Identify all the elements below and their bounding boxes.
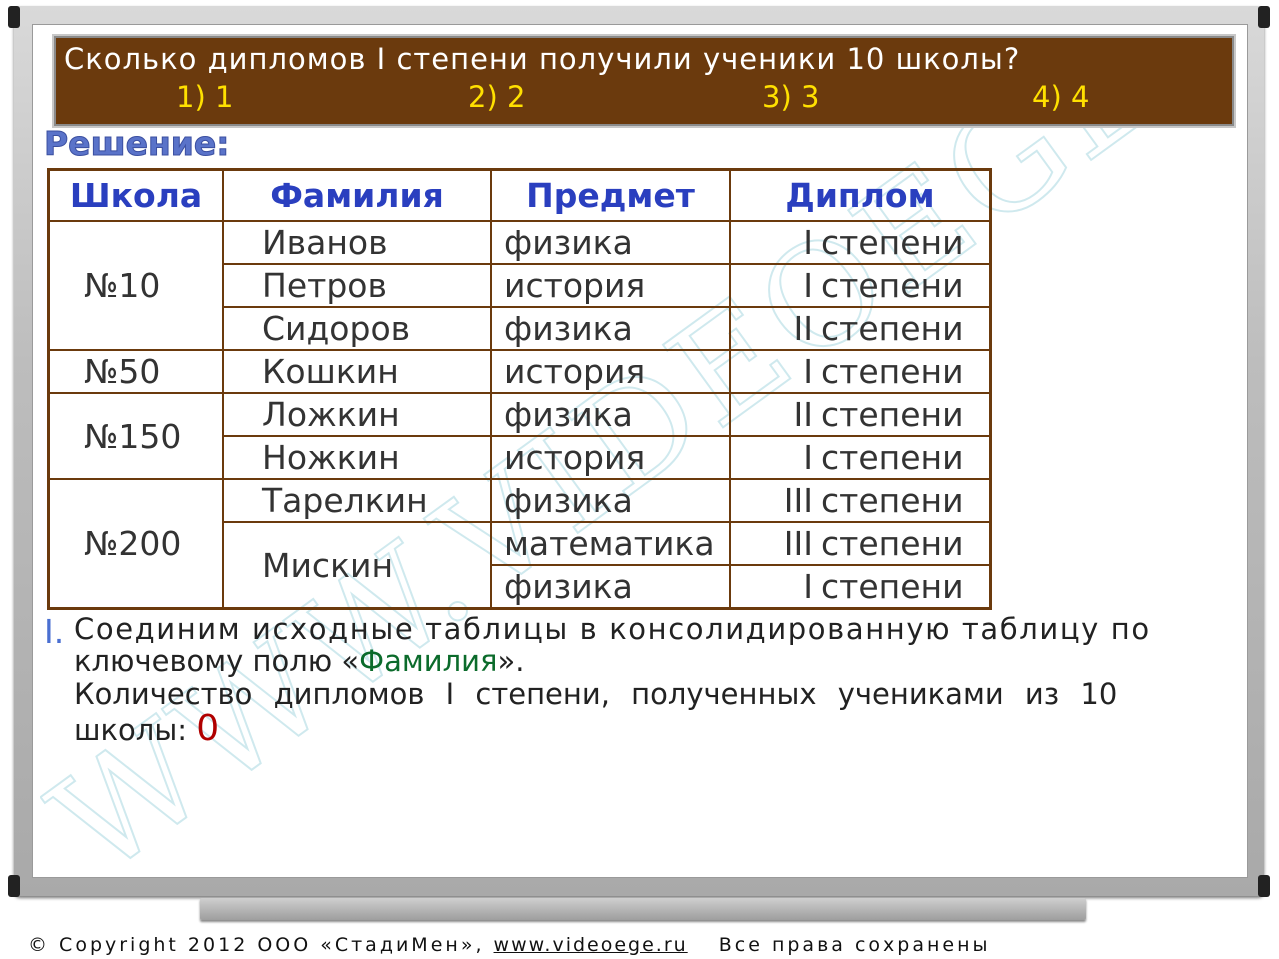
- rights-text: Все права сохранены: [718, 934, 991, 956]
- subject-cell: физика: [490, 392, 731, 437]
- table-row: №150 Ложкин физика II степени: [47, 392, 992, 480]
- diploma-degree: степени: [821, 352, 964, 391]
- solution-heading: Решение:: [44, 124, 230, 164]
- diploma-cell: Iстепени: [729, 435, 992, 480]
- option-3: 3) 3: [762, 80, 820, 114]
- surname-cell: Сидоров: [222, 306, 492, 351]
- option-4: 4) 4: [1032, 80, 1090, 114]
- subject-cell: математика: [490, 521, 731, 566]
- solution-line-2: ключевому полю «Фамилия».: [74, 644, 524, 678]
- diploma-cell: Iстепени: [729, 220, 992, 265]
- diploma-degree: степени: [821, 481, 964, 520]
- diploma-roman: II: [793, 309, 813, 348]
- diploma-cell: II степени: [729, 392, 992, 437]
- table-row: №200 Тарелкин физика III степени: [47, 478, 992, 610]
- marker-tray: [200, 898, 1086, 920]
- school-cell: №200: [47, 478, 224, 610]
- surname-cell: Иванов: [222, 220, 492, 265]
- diploma-degree: степени: [821, 438, 964, 477]
- school-cell: №10: [47, 220, 224, 351]
- surname-cell: Петров: [222, 263, 492, 308]
- question-text: Сколько дипломов I степени получили учен…: [64, 42, 1021, 76]
- diploma-cell: Iстепени: [729, 564, 992, 610]
- answer-value: 0: [196, 708, 220, 749]
- school-cell: №150: [47, 392, 224, 480]
- diploma-roman: I: [803, 223, 813, 262]
- diploma-degree: степени: [821, 309, 964, 348]
- solution-line-3: Количество дипломов I степени, полученны…: [74, 677, 1118, 711]
- subject-cell: физика: [490, 478, 731, 523]
- consolidated-table: Школа Фамилия Предмет Диплом №10 Иванов …: [47, 168, 992, 610]
- frame-corner-bottom-left: [8, 875, 20, 897]
- diploma-degree: степени: [821, 395, 964, 434]
- diploma-cell: Iстепени: [729, 263, 992, 308]
- option-2: 2) 2: [468, 80, 526, 114]
- diploma-roman: I: [803, 266, 813, 305]
- subject-cell: история: [490, 349, 731, 394]
- option-1: 1) 1: [176, 80, 234, 114]
- diploma-roman: III: [783, 481, 813, 520]
- diploma-roman: II: [793, 395, 813, 434]
- diploma-cell: III степени: [729, 478, 992, 523]
- diploma-roman: I: [803, 438, 813, 477]
- school-cell: №50: [47, 349, 224, 394]
- diploma-degree: степени: [821, 567, 964, 606]
- solution-line-2-post: ».: [497, 644, 525, 678]
- surname-cell: Ножкин: [222, 435, 492, 480]
- header-diploma: Диплом: [729, 168, 992, 222]
- diploma-cell: Iстепени: [729, 349, 992, 394]
- subject-cell: физика: [490, 306, 731, 351]
- frame-corner-top-left: [8, 6, 20, 28]
- question-banner: Сколько дипломов I степени получили учен…: [52, 34, 1236, 128]
- header-school: Школа: [47, 168, 224, 222]
- diploma-degree: степени: [821, 223, 964, 262]
- diploma-roman: III: [783, 524, 813, 563]
- diploma-cell: II степени: [729, 306, 992, 351]
- surname-cell: Тарелкин: [222, 478, 492, 523]
- solution-line-1: Соединим исходные таблицы в консолидиров…: [74, 612, 1151, 646]
- footer: © Copyright 2012 ООО «СтадиМен», www.vid…: [28, 934, 991, 956]
- diploma-cell: III степени: [729, 521, 992, 566]
- site-link[interactable]: www.videoege.ru: [494, 934, 688, 956]
- solution-line-4-label: школы:: [74, 713, 187, 747]
- diploma-roman: I: [803, 567, 813, 606]
- diploma-degree: степени: [821, 266, 964, 305]
- subject-cell: физика: [490, 220, 731, 265]
- diploma-degree: степени: [821, 524, 964, 563]
- key-field: Фамилия: [359, 644, 498, 678]
- copyright-icon: ©: [28, 934, 50, 956]
- diploma-roman: I: [803, 352, 813, 391]
- surname-cell: Ложкин: [222, 392, 492, 437]
- table-row: №10 Иванов физика Iстепени: [47, 220, 992, 351]
- frame-corner-top-right: [1258, 6, 1270, 28]
- copyright-text: Copyright 2012 ООО «СтадиМен»,: [59, 934, 485, 956]
- step-marker: I.: [44, 612, 65, 651]
- subject-cell: физика: [490, 564, 731, 610]
- frame-corner-bottom-right: [1258, 875, 1270, 897]
- surname-cell: Мискин: [222, 521, 492, 610]
- header-surname: Фамилия: [222, 168, 492, 222]
- table-row: №50 Кошкин история Iстепени: [47, 349, 992, 394]
- table-header-row: Школа Фамилия Предмет Диплом: [47, 168, 992, 222]
- subject-cell: история: [490, 263, 731, 308]
- subject-cell: история: [490, 435, 731, 480]
- surname-cell: Кошкин: [222, 349, 492, 394]
- solution-line-4: школы: 0: [74, 708, 219, 749]
- solution-line-2-pre: ключевому полю «: [74, 644, 360, 678]
- header-subject: Предмет: [490, 168, 731, 222]
